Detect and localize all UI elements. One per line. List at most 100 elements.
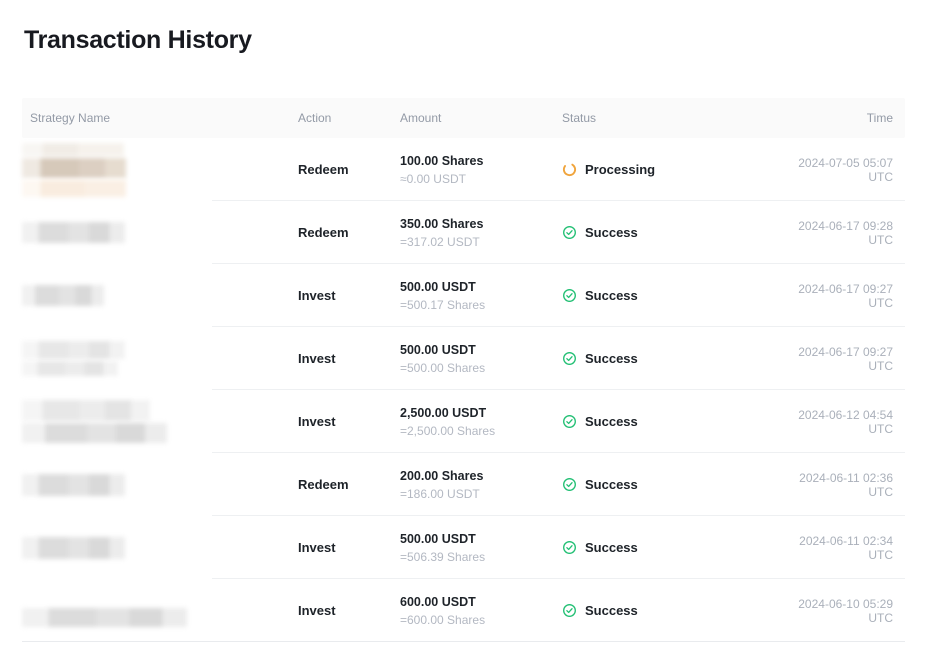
success-check-icon bbox=[562, 477, 577, 492]
success-check-icon bbox=[562, 603, 577, 618]
amount-primary: 100.00 Shares bbox=[400, 152, 562, 170]
strategy-name-redacted bbox=[22, 400, 298, 443]
time-label: 2024-06-17 09:27 UTC bbox=[772, 345, 905, 373]
strategy-name-redacted bbox=[22, 222, 298, 243]
amount-secondary: =500.00 Shares bbox=[400, 359, 562, 377]
redacted-blur-block bbox=[22, 180, 126, 197]
redacted-blur-block bbox=[22, 474, 125, 496]
time-label: 2024-06-17 09:28 UTC bbox=[772, 219, 905, 247]
time-label: 2024-06-17 09:27 UTC bbox=[772, 282, 905, 310]
time-label: 2024-07-05 05:07 UTC bbox=[772, 156, 905, 184]
table-row: Redeem 350.00 Shares =317.02 USDT Succes… bbox=[22, 201, 905, 264]
time-label: 2024-06-12 04:54 UTC bbox=[772, 408, 905, 436]
status-cell: Success bbox=[562, 477, 772, 492]
redacted-blur-block bbox=[22, 222, 125, 243]
amount-cell: 2,500.00 USDT =2,500.00 Shares bbox=[400, 404, 562, 440]
amount-secondary: =506.39 Shares bbox=[400, 548, 562, 566]
action-label: Redeem bbox=[298, 225, 400, 240]
status-cell: Success bbox=[562, 603, 772, 618]
redacted-blur-block bbox=[22, 400, 150, 421]
redacted-blur-block bbox=[22, 361, 118, 376]
success-check-icon bbox=[562, 540, 577, 555]
action-label: Redeem bbox=[298, 477, 400, 492]
processing-spinner-icon bbox=[559, 159, 579, 179]
strategy-name-redacted bbox=[22, 143, 298, 197]
action-label: Invest bbox=[298, 288, 400, 303]
strategy-name-redacted bbox=[22, 537, 298, 559]
redacted-blur-block bbox=[22, 285, 104, 306]
action-label: Invest bbox=[298, 540, 400, 555]
amount-secondary: =2,500.00 Shares bbox=[400, 422, 562, 440]
amount-secondary: =186.00 USDT bbox=[400, 485, 562, 503]
column-header-time: Time bbox=[772, 111, 905, 125]
page-title: Transaction History bbox=[24, 26, 252, 55]
success-check-icon bbox=[562, 414, 577, 429]
amount-secondary: =500.17 Shares bbox=[400, 296, 562, 314]
redacted-blur-block bbox=[22, 341, 125, 359]
amount-primary: 200.00 Shares bbox=[400, 467, 562, 485]
status-label: Success bbox=[585, 414, 638, 429]
amount-cell: 600.00 USDT =600.00 Shares bbox=[400, 593, 562, 629]
status-label: Success bbox=[585, 288, 638, 303]
column-header-action: Action bbox=[298, 111, 400, 125]
status-label: Success bbox=[585, 477, 638, 492]
time-label: 2024-06-11 02:34 UTC bbox=[772, 534, 905, 562]
table-row: Invest 500.00 USDT =500.17 Shares Succes… bbox=[22, 264, 905, 327]
action-label: Redeem bbox=[298, 162, 400, 177]
status-label: Success bbox=[585, 603, 638, 618]
transaction-history-table: Strategy Name Action Amount Status Time … bbox=[22, 98, 905, 642]
status-cell: Success bbox=[562, 540, 772, 555]
redacted-blur-block bbox=[22, 537, 125, 559]
strategy-name-redacted bbox=[22, 285, 298, 306]
table-header-row: Strategy Name Action Amount Status Time bbox=[22, 98, 905, 138]
column-header-strategy-name: Strategy Name bbox=[22, 111, 298, 125]
table-row: Invest 500.00 USDT =506.39 Shares Succes… bbox=[22, 516, 905, 579]
amount-secondary: ≈0.00 USDT bbox=[400, 170, 562, 188]
strategy-name-redacted bbox=[22, 474, 298, 496]
amount-secondary: =317.02 USDT bbox=[400, 233, 562, 251]
table-row: Invest 600.00 USDT =600.00 Shares Succes… bbox=[22, 579, 905, 642]
status-cell: Success bbox=[562, 351, 772, 366]
amount-primary: 500.00 USDT bbox=[400, 530, 562, 548]
amount-cell: 500.00 USDT =500.00 Shares bbox=[400, 341, 562, 377]
table-row: Redeem 200.00 Shares =186.00 USDT Succes… bbox=[22, 453, 905, 516]
time-label: 2024-06-10 05:29 UTC bbox=[772, 597, 905, 625]
column-header-amount: Amount bbox=[400, 111, 562, 125]
success-check-icon bbox=[562, 288, 577, 303]
success-check-icon bbox=[562, 225, 577, 240]
status-label: Success bbox=[585, 225, 638, 240]
table-row: Invest 500.00 USDT =500.00 Shares Succes… bbox=[22, 327, 905, 390]
strategy-name-redacted bbox=[22, 341, 298, 376]
strategy-name-redacted bbox=[22, 594, 298, 627]
amount-cell: 350.00 Shares =317.02 USDT bbox=[400, 215, 562, 251]
amount-primary: 500.00 USDT bbox=[400, 341, 562, 359]
success-check-icon bbox=[562, 351, 577, 366]
status-label: Success bbox=[585, 351, 638, 366]
status-label: Processing bbox=[585, 162, 655, 177]
amount-cell: 500.00 USDT =500.17 Shares bbox=[400, 278, 562, 314]
amount-primary: 2,500.00 USDT bbox=[400, 404, 562, 422]
action-label: Invest bbox=[298, 414, 400, 429]
time-label: 2024-06-11 02:36 UTC bbox=[772, 471, 905, 499]
amount-primary: 500.00 USDT bbox=[400, 278, 562, 296]
amount-primary: 600.00 USDT bbox=[400, 593, 562, 611]
status-cell: Success bbox=[562, 414, 772, 429]
amount-primary: 350.00 Shares bbox=[400, 215, 562, 233]
redacted-blur-block bbox=[22, 143, 124, 156]
redacted-blur-block bbox=[22, 158, 126, 178]
redacted-blur-block bbox=[22, 423, 167, 443]
table-row: Redeem 100.00 Shares ≈0.00 USDT Processi… bbox=[22, 138, 905, 201]
status-cell: Success bbox=[562, 225, 772, 240]
amount-cell: 100.00 Shares ≈0.00 USDT bbox=[400, 152, 562, 188]
amount-cell: 200.00 Shares =186.00 USDT bbox=[400, 467, 562, 503]
redacted-blur-block bbox=[22, 608, 187, 627]
status-cell: Success bbox=[562, 288, 772, 303]
column-header-status: Status bbox=[562, 111, 772, 125]
status-label: Success bbox=[585, 540, 638, 555]
action-label: Invest bbox=[298, 603, 400, 618]
status-cell: Processing bbox=[562, 162, 772, 177]
table-row: Invest 2,500.00 USDT =2,500.00 Shares Su… bbox=[22, 390, 905, 453]
amount-secondary: =600.00 Shares bbox=[400, 611, 562, 629]
action-label: Invest bbox=[298, 351, 400, 366]
amount-cell: 500.00 USDT =506.39 Shares bbox=[400, 530, 562, 566]
